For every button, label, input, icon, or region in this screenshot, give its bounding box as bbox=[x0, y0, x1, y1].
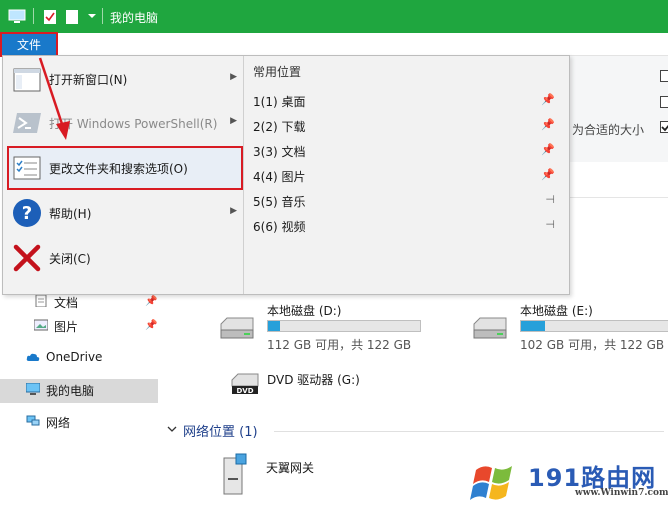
watermark-url: www.Winwin7.com bbox=[575, 488, 668, 498]
windows-logo-icon bbox=[470, 466, 512, 500]
annotation-arrow bbox=[38, 57, 70, 140]
